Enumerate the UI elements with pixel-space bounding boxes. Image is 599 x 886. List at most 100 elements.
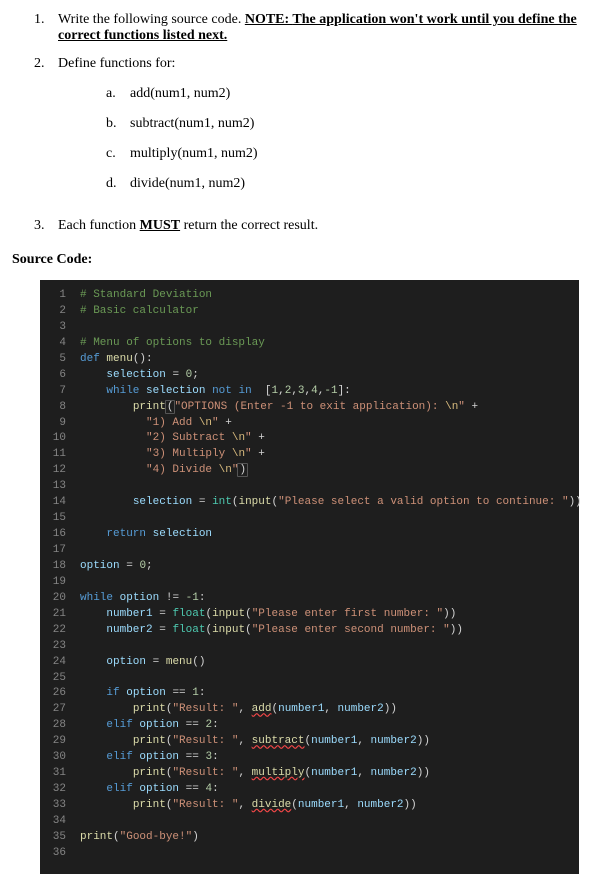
code-line: 5def menu(): [40, 352, 579, 368]
line-number: 32 [40, 782, 80, 798]
code-line: 6 selection = 0; [40, 368, 579, 384]
instruction-text: Each function [58, 218, 140, 233]
line-number: 23 [40, 639, 80, 655]
line-number: 15 [40, 511, 80, 527]
code-line: 10 "2) Subtract \n" + [40, 431, 579, 447]
code-content: print("OPTIONS (Enter -1 to exit applica… [80, 400, 579, 416]
line-number: 8 [40, 400, 80, 416]
code-content: while option != -1: [80, 591, 579, 607]
code-line: 18option = 0; [40, 559, 579, 575]
code-content [80, 511, 579, 527]
code-line: 33 print("Result: ", divide(number1, num… [40, 798, 579, 814]
line-number: 2 [40, 304, 80, 320]
line-number: 21 [40, 607, 80, 623]
code-line: 32 elif option == 4: [40, 782, 579, 798]
line-number: 12 [40, 463, 80, 479]
code-line: 4# Menu of options to display [40, 336, 579, 352]
line-number: 4 [40, 336, 80, 352]
line-number: 11 [40, 447, 80, 463]
code-content [80, 320, 579, 336]
sublist-item: b.subtract(num1, num2) [106, 116, 579, 132]
list-number: 2. [34, 56, 58, 206]
line-number: 6 [40, 368, 80, 384]
line-number: 7 [40, 384, 80, 400]
list-number: 1. [34, 12, 58, 44]
line-number: 33 [40, 798, 80, 814]
instruction-text: Define functions for: [58, 56, 175, 71]
code-content: elif option == 2: [80, 718, 579, 734]
code-line: 9 "1) Add \n" + [40, 416, 579, 432]
line-number: 24 [40, 655, 80, 671]
sublist-letter: c. [106, 146, 130, 162]
code-line: 36 [40, 846, 579, 862]
code-content: def menu(): [80, 352, 579, 368]
code-line: 19 [40, 575, 579, 591]
code-content: "1) Add \n" + [80, 416, 579, 432]
line-number: 36 [40, 846, 80, 862]
line-number: 31 [40, 766, 80, 782]
code-content [80, 639, 579, 655]
code-line: 21 number1 = float(input("Please enter f… [40, 607, 579, 623]
code-content: print("Result: ", add(number1, number2)) [80, 702, 579, 718]
code-line: 22 number2 = float(input("Please enter s… [40, 623, 579, 639]
code-line: 30 elif option == 3: [40, 750, 579, 766]
line-number: 3 [40, 320, 80, 336]
line-number: 28 [40, 718, 80, 734]
code-content: return selection [80, 527, 579, 543]
instruction-text: return the correct result. [180, 218, 318, 233]
code-content: print("Good-bye!") [80, 830, 579, 846]
instructions-section: 1. Write the following source code. NOTE… [12, 12, 579, 234]
code-line: 23 [40, 639, 579, 655]
line-number: 9 [40, 416, 80, 432]
line-number: 35 [40, 830, 80, 846]
sublist-item: d.divide(num1, num2) [106, 176, 579, 192]
sublist-letter: b. [106, 116, 130, 132]
instruction-item-2: 2. Define functions for: a.add(num1, num… [34, 56, 579, 206]
code-content: print("Result: ", multiply(number1, numb… [80, 766, 579, 782]
must-keyword: MUST [140, 218, 180, 233]
code-content: "4) Divide \n") [80, 463, 579, 479]
note-prefix: NOTE: [245, 12, 293, 27]
list-content: Each function MUST return the correct re… [58, 218, 579, 234]
line-number: 27 [40, 702, 80, 718]
function-sublist: a.add(num1, num2)b.subtract(num1, num2)c… [106, 86, 579, 192]
code-editor: 1# Standard Deviation2# Basic calculator… [40, 280, 579, 874]
code-content: elif option == 3: [80, 750, 579, 766]
line-number: 10 [40, 431, 80, 447]
sublist-text: add(num1, num2) [130, 86, 230, 102]
line-number: 25 [40, 671, 80, 687]
code-line: 25 [40, 671, 579, 687]
code-line: 17 [40, 543, 579, 559]
code-content: number2 = float(input("Please enter seco… [80, 623, 579, 639]
list-content: Write the following source code. NOTE: T… [58, 12, 579, 44]
code-line: 3 [40, 320, 579, 336]
code-content: if option == 1: [80, 686, 579, 702]
line-number: 30 [40, 750, 80, 766]
code-content: option = 0; [80, 559, 579, 575]
line-number: 1 [40, 288, 80, 304]
code-content: print("Result: ", divide(number1, number… [80, 798, 579, 814]
code-content: # Basic calculator [80, 304, 579, 320]
code-content: number1 = float(input("Please enter firs… [80, 607, 579, 623]
line-number: 29 [40, 734, 80, 750]
code-line: 34 [40, 814, 579, 830]
code-content: # Standard Deviation [80, 288, 579, 304]
line-number: 16 [40, 527, 80, 543]
line-number: 17 [40, 543, 80, 559]
code-line: 20while option != -1: [40, 591, 579, 607]
code-content: "2) Subtract \n" + [80, 431, 579, 447]
code-content [80, 814, 579, 830]
instruction-item-1: 1. Write the following source code. NOTE… [34, 12, 579, 44]
code-line: 31 print("Result: ", multiply(number1, n… [40, 766, 579, 782]
code-line: 12 "4) Divide \n") [40, 463, 579, 479]
list-number: 3. [34, 218, 58, 234]
code-content [80, 671, 579, 687]
code-content: print("Result: ", subtract(number1, numb… [80, 734, 579, 750]
code-line: 28 elif option == 2: [40, 718, 579, 734]
code-content: "3) Multiply \n" + [80, 447, 579, 463]
line-number: 22 [40, 623, 80, 639]
code-content: selection = 0; [80, 368, 579, 384]
code-content: # Menu of options to display [80, 336, 579, 352]
sublist-item: c.multiply(num1, num2) [106, 146, 579, 162]
line-number: 18 [40, 559, 80, 575]
